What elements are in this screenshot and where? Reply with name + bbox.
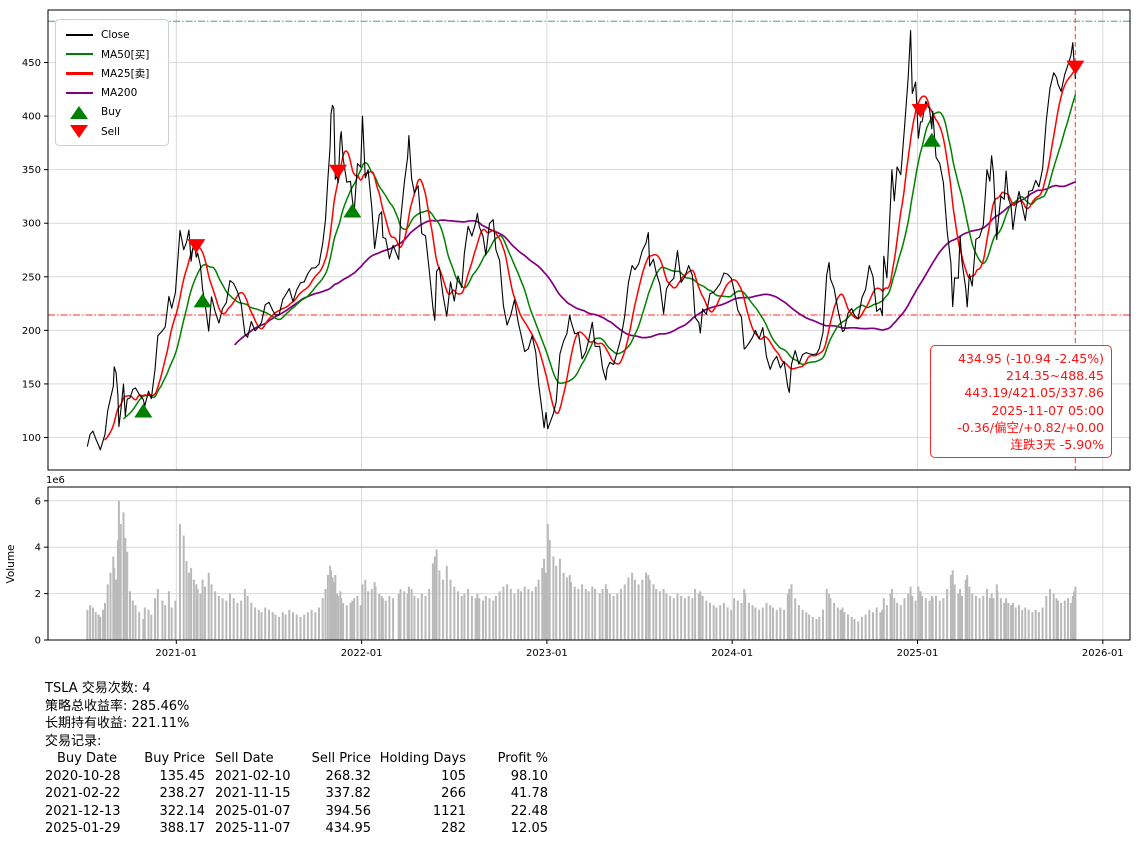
- figure: 2021-01 2022-01 2023-01 2024-01 2025-01 2026-…: [0, 0, 1145, 855]
- trade-cell: 22.48: [466, 803, 548, 821]
- svg-text:150: 150: [22, 379, 41, 390]
- annotation-indicators: -0.36/偏空/+0.82/+0.00: [938, 419, 1104, 436]
- trade-cell: 105: [371, 768, 466, 786]
- quote-annotation: 434.95 (-10.94 -2.45%) 214.35~488.45 443…: [930, 345, 1112, 458]
- trade-cell: 135.45: [125, 768, 205, 786]
- legend-label: MA200: [101, 87, 137, 99]
- chart-legend: Close MA50[买] MA25[卖] MA200 Buy Sell: [55, 19, 169, 146]
- col-header-profit: Profit %: [466, 750, 548, 768]
- summary-trades-title: 交易记录:: [45, 733, 548, 751]
- annotation-ma-values: 443.19/421.05/337.86: [938, 384, 1104, 401]
- svg-text:Volume: Volume: [5, 544, 17, 583]
- svg-text:0: 0: [35, 636, 41, 647]
- trade-cell: 1121: [371, 803, 466, 821]
- trade-cell: 2021-12-13: [45, 803, 125, 821]
- ma200-line-swatch: [64, 92, 94, 94]
- svg-text:2026-01: 2026-01: [1082, 648, 1124, 659]
- trade-cell: 2021-02-22: [45, 785, 125, 803]
- legend-item-close: Close: [64, 25, 160, 44]
- close-line-swatch: [64, 34, 94, 36]
- trade-cell: 2021-11-15: [205, 785, 300, 803]
- legend-item-ma50: MA50[买]: [64, 44, 160, 63]
- summary-trade-count: TSLA 交易次数: 4: [45, 680, 548, 698]
- ma50-line-swatch: [64, 53, 94, 55]
- col-header-sell-price: Sell Price: [300, 750, 371, 768]
- trade-cell: 98.10: [466, 768, 548, 786]
- legend-label: MA50[买]: [101, 47, 149, 62]
- price-volume-chart: 2021-01 2022-01 2023-01 2024-01 2025-01 2026-…: [0, 0, 1145, 672]
- trade-cell: 2021-02-10: [205, 768, 300, 786]
- svg-text:200: 200: [22, 326, 41, 337]
- legend-item-buy: Buy: [64, 103, 160, 122]
- svg-text:450: 450: [22, 58, 41, 69]
- annotation-streak: 连跌3天 -5.90%: [938, 436, 1104, 453]
- svg-text:2023-01: 2023-01: [526, 648, 568, 659]
- annotation-price-change: 434.95 (-10.94 -2.45%): [938, 350, 1104, 367]
- trade-cell: 41.78: [466, 785, 548, 803]
- col-header-buy-price: Buy Price: [125, 750, 205, 768]
- strategy-summary: TSLA 交易次数: 4 策略总收益率: 285.46% 长期持有收益: 221…: [45, 680, 548, 838]
- trade-cell: 2025-11-07: [205, 820, 300, 838]
- trade-cell: 2020-10-28: [45, 768, 125, 786]
- svg-text:2025-01: 2025-01: [897, 648, 939, 659]
- svg-text:4: 4: [35, 543, 41, 554]
- legend-label: Close: [101, 29, 130, 41]
- svg-text:1e6: 1e6: [46, 475, 65, 486]
- trade-cell: 2025-01-29: [45, 820, 125, 838]
- legend-item-ma200: MA200: [64, 83, 160, 102]
- trade-cell: 394.56: [300, 803, 371, 821]
- svg-text:350: 350: [22, 165, 41, 176]
- trade-cell: 322.14: [125, 803, 205, 821]
- annotation-datetime: 2025-11-07 05:00: [938, 402, 1104, 419]
- svg-text:2022-01: 2022-01: [341, 648, 383, 659]
- trade-cell: 266: [371, 785, 466, 803]
- svg-text:2021-01: 2021-01: [155, 648, 197, 659]
- annotation-range: 214.35~488.45: [938, 367, 1104, 384]
- summary-strategy-return: 策略总收益率: 285.46%: [45, 698, 548, 716]
- trade-cell: 2025-01-07: [205, 803, 300, 821]
- ma25-line-swatch: [64, 72, 94, 74]
- svg-text:2: 2: [35, 589, 41, 600]
- svg-text:300: 300: [22, 219, 41, 230]
- trade-cell: 12.05: [466, 820, 548, 838]
- col-header-sell-date: Sell Date: [205, 750, 300, 768]
- legend-label: MA25[卖]: [101, 66, 149, 81]
- svg-text:250: 250: [22, 272, 41, 283]
- legend-label: Buy: [101, 106, 121, 118]
- trade-cell: 282: [371, 820, 466, 838]
- buy-triangle-icon: [64, 106, 94, 119]
- trade-cell: 238.27: [125, 785, 205, 803]
- trade-cell: 268.32: [300, 768, 371, 786]
- summary-hold-return: 长期持有收益: 221.11%: [45, 715, 548, 733]
- legend-item-ma25: MA25[卖]: [64, 64, 160, 83]
- sell-triangle-icon: [64, 125, 94, 138]
- col-header-buy-date: Buy Date: [45, 750, 125, 768]
- svg-text:100: 100: [22, 433, 41, 444]
- legend-item-sell: Sell: [64, 122, 160, 141]
- trade-cell: 337.82: [300, 785, 371, 803]
- trades-table: Buy Date Buy Price Sell Date Sell Price …: [45, 750, 548, 838]
- trade-cell: 388.17: [125, 820, 205, 838]
- col-header-holding-days: Holding Days: [371, 750, 466, 768]
- trade-cell: 434.95: [300, 820, 371, 838]
- svg-text:6: 6: [35, 496, 41, 507]
- svg-text:400: 400: [22, 112, 41, 123]
- legend-label: Sell: [101, 126, 120, 138]
- svg-text:2024-01: 2024-01: [711, 648, 753, 659]
